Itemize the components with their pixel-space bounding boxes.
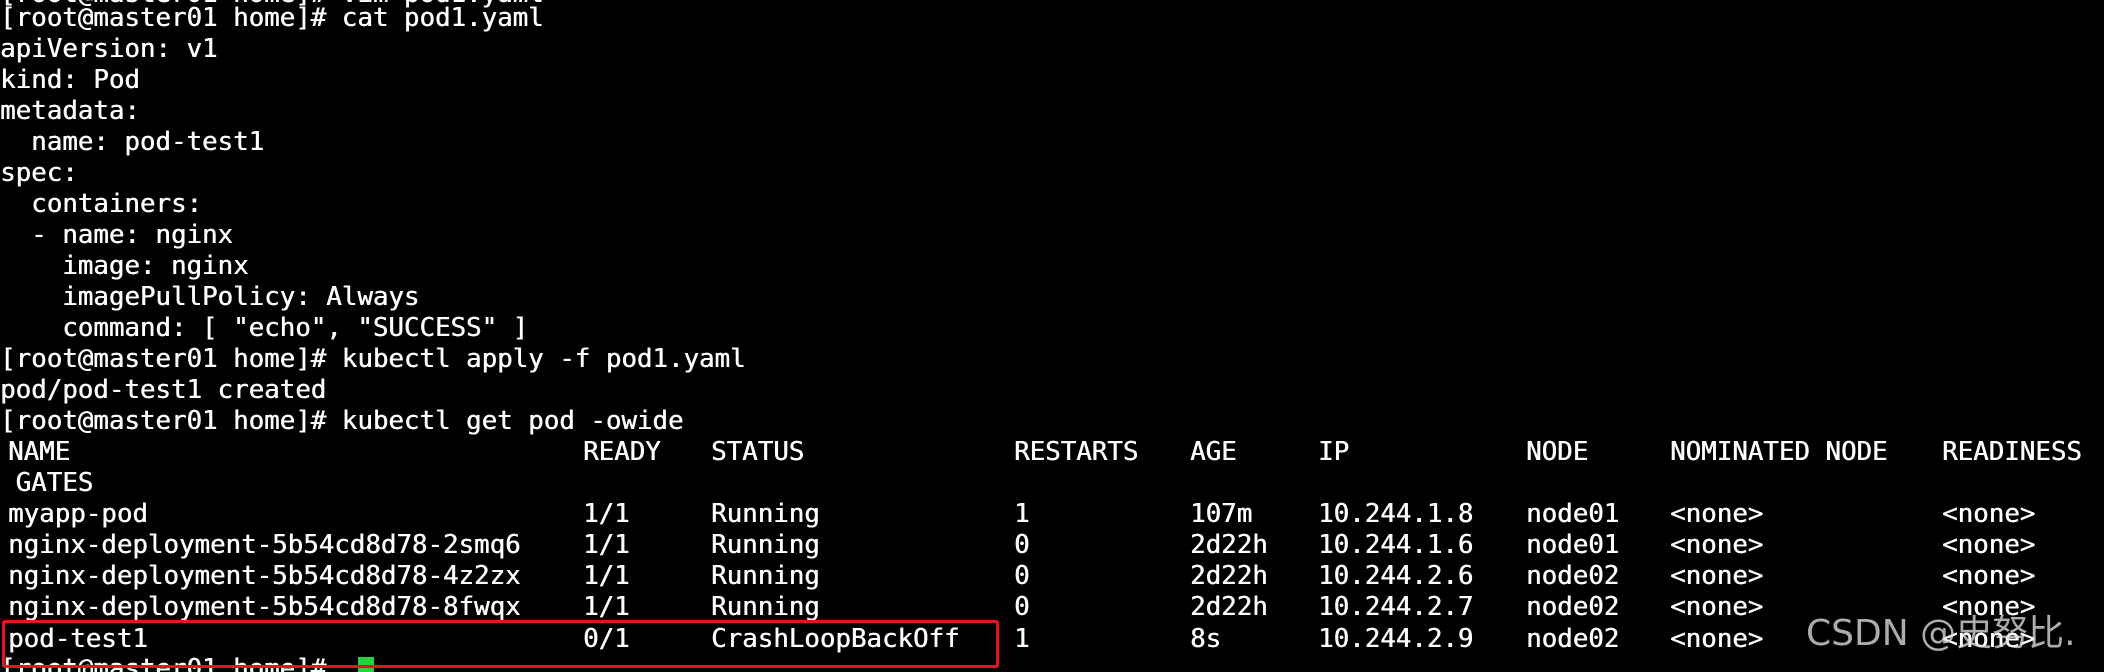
pod-age: 2d22h [1190, 561, 1268, 591]
pod-node: node01 [1526, 530, 1620, 560]
pod-name: myapp-pod [8, 499, 148, 529]
table-row: myapp-pod 1/1 Running 1 107m 10.244.1.8 … [0, 499, 2104, 530]
pod-name: nginx-deployment-5b54cd8d78-8fwqx [8, 592, 521, 622]
terminal-line: imagePullPolicy: Always [0, 282, 420, 312]
terminal-line: [root@master01 home]# kubectl apply -f p… [0, 344, 746, 374]
pod-age: 2d22h [1190, 592, 1268, 622]
pod-readiness: <none> [1942, 530, 2036, 560]
pod-ip: 10.244.1.8 [1318, 499, 1474, 529]
pod-table-header-wrap: GATES [0, 468, 94, 498]
pod-status: Running [711, 530, 820, 560]
pod-nominated-node: <none> [1670, 530, 1764, 560]
terminal-line: name: pod-test1 [0, 127, 265, 157]
pod-age: 2d22h [1190, 530, 1268, 560]
pod-restarts: 0 [1014, 592, 1030, 622]
pod-ready: 1/1 [583, 530, 630, 560]
pod-status: Running [711, 499, 820, 529]
header-ready: READY [583, 437, 661, 467]
pod-restarts: 0 [1014, 561, 1030, 591]
header-status: STATUS [711, 437, 805, 467]
pod-ready: 1/1 [583, 592, 630, 622]
pod-status: Running [711, 592, 820, 622]
pod-status: Running [711, 561, 820, 591]
pod-name: nginx-deployment-5b54cd8d78-2smq6 [8, 530, 521, 560]
terminal-line: - name: nginx [0, 220, 233, 250]
pod-readiness: <none> [1942, 561, 2036, 591]
header-node: NODE [1526, 437, 1589, 467]
table-row: nginx-deployment-5b54cd8d78-8fwqx 1/1 Ru… [0, 592, 2104, 623]
pod-restarts: 1 [1014, 624, 1030, 654]
pod-node: node01 [1526, 499, 1620, 529]
terminal-line: [root@master01 home]# kubectl get pod -o… [0, 406, 684, 436]
pod-ready: 1/1 [583, 499, 630, 529]
terminal-line: [root@master01 home]# cat pod1.yaml [0, 3, 544, 33]
terminal-line: containers: [0, 189, 202, 219]
pod-ip: 10.244.2.9 [1318, 624, 1474, 654]
pod-nominated-node: <none> [1670, 499, 1764, 529]
header-ip: IP [1318, 437, 1350, 467]
terminal-line: kind: Pod [0, 65, 140, 95]
pod-restarts: 0 [1014, 530, 1030, 560]
pod-nominated-node: <none> [1670, 592, 1764, 622]
terminal-line: apiVersion: v1 [0, 34, 218, 64]
header-restarts: RESTARTS [1014, 437, 1139, 467]
header-nominated-node: NOMINATED NODE [1670, 437, 1888, 467]
pod-ready: 1/1 [583, 561, 630, 591]
pod-ip: 10.244.1.6 [1318, 530, 1474, 560]
pod-age: 107m [1190, 499, 1253, 529]
terminal-line: metadata: [0, 96, 140, 126]
header-name: NAME [8, 437, 71, 467]
pod-node: node02 [1526, 624, 1620, 654]
terminal-line: image: nginx [0, 251, 249, 281]
highlight-box [2, 620, 999, 668]
terminal-line: spec: [0, 158, 78, 188]
header-readiness: READINESS [1942, 437, 2082, 467]
pod-readiness: <none> [1942, 499, 2036, 529]
watermark: CSDN @史努比. [1806, 613, 2076, 654]
pod-table-header: NAME READY STATUS RESTARTS AGE IP NODE N… [0, 437, 2104, 468]
pod-age: 8s [1190, 624, 1222, 654]
table-row: nginx-deployment-5b54cd8d78-2smq6 1/1 Ru… [0, 530, 2104, 561]
terminal-line: command: [ "echo", "SUCCESS" ] [0, 313, 529, 343]
pod-node: node02 [1526, 561, 1620, 591]
pod-nominated-node: <none> [1670, 624, 1764, 654]
pod-node: node02 [1526, 592, 1620, 622]
table-row: nginx-deployment-5b54cd8d78-4z2zx 1/1 Ru… [0, 561, 2104, 592]
terminal-line: pod/pod-test1 created [0, 375, 327, 405]
terminal-window[interactable]: [root@master01 home]# vim pod1.yaml [roo… [0, 0, 2104, 672]
header-age: AGE [1190, 437, 1237, 467]
pod-ip: 10.244.2.7 [1318, 592, 1474, 622]
pod-name: nginx-deployment-5b54cd8d78-4z2zx [8, 561, 521, 591]
pod-nominated-node: <none> [1670, 561, 1764, 591]
pod-ip: 10.244.2.6 [1318, 561, 1474, 591]
pod-restarts: 1 [1014, 499, 1030, 529]
